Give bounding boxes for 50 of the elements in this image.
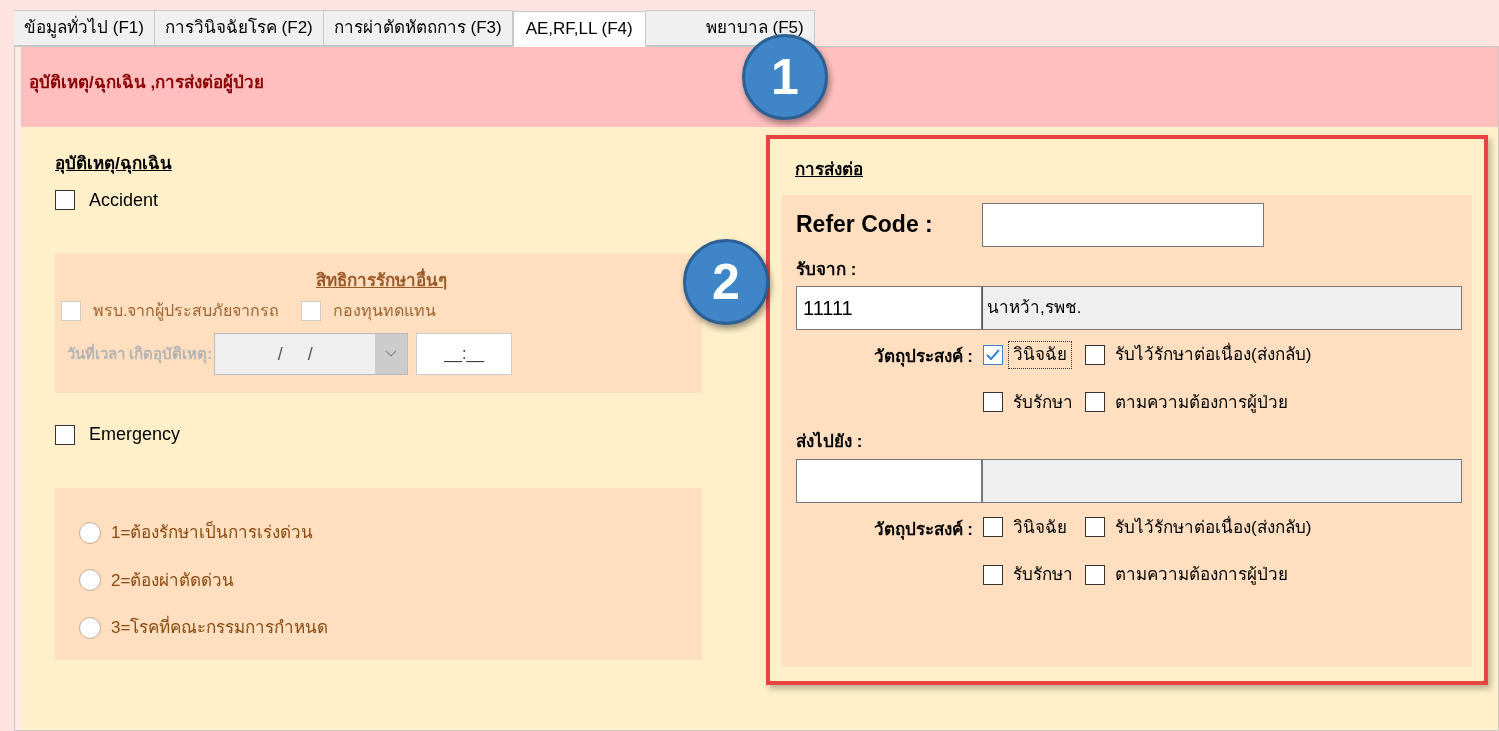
field-label: ส่งไปยัง : xyxy=(796,430,864,453)
purpose-option[interactable]: รับรักษา xyxy=(1009,389,1077,415)
radio-button[interactable] xyxy=(79,616,101,639)
checkbox[interactable] xyxy=(983,344,1003,365)
checkbox[interactable] xyxy=(1085,564,1105,585)
checkmark-icon xyxy=(986,348,1000,361)
checkbox-label: Emergency xyxy=(89,423,181,446)
field-label: รับจาก : xyxy=(796,258,858,281)
hospital-name-field: นาหว้า,รพช. xyxy=(982,286,1462,330)
checkbox-label: Accident xyxy=(89,188,159,212)
checkbox[interactable] xyxy=(1085,392,1105,413)
purpose-option[interactable]: ตามความต้องการผู้ป่วย xyxy=(1111,389,1292,415)
tab[interactable]: การผ่าตัดหัตถการ (F3) xyxy=(323,10,513,46)
group-title: การส่งต่อ xyxy=(795,159,863,181)
tab[interactable]: การวินิจฉัยโรค (F2) xyxy=(154,10,324,46)
purpose-label: วัตถุประสงค์ : xyxy=(872,345,974,369)
radio-button[interactable] xyxy=(79,521,101,544)
checkbox[interactable] xyxy=(983,564,1003,585)
checkbox[interactable] xyxy=(1085,517,1105,538)
checkbox-label: พรบ.จากผู้ประสบภัยจากรถ xyxy=(93,301,280,323)
hospital-code-field[interactable]: 11111 xyxy=(796,286,982,330)
checkbox[interactable] xyxy=(1085,344,1105,365)
date-label: วันที่เวลา เกิดอุบัติเหตุ: xyxy=(66,342,213,366)
refer-code-field[interactable] xyxy=(982,202,1264,247)
tab[interactable]: พยาบาล (F5) xyxy=(645,10,815,46)
tab[interactable]: ข้อมูลทั่วไป (F1) xyxy=(14,10,155,46)
purpose-option[interactable]: วินิจฉัย xyxy=(1009,514,1071,540)
chevron-down-icon xyxy=(385,350,398,358)
radio-button[interactable] xyxy=(79,569,101,592)
purpose-option[interactable]: รับรักษา xyxy=(1009,562,1077,588)
group-title: สิทธิการรักษาอื่นๆ xyxy=(316,267,447,292)
radio-label: 3=โรคที่คณะกรรมการกำหนด xyxy=(111,615,329,641)
section-title: อุบัติเหตุ/ฉุกเฉิน ,การส่งต่อผู้ป่วย xyxy=(29,72,265,96)
radio-label: 1=ต้องรักษาเป็นการเร่งด่วน xyxy=(111,520,314,544)
checkbox[interactable] xyxy=(55,424,75,445)
purpose-option[interactable]: รับไว้รักษาต่อเนื่อง(ส่งกลับ) xyxy=(1111,514,1316,540)
group-title: อุบัติเหตุ/ฉุกเฉิน xyxy=(55,153,173,176)
checkbox[interactable] xyxy=(983,392,1003,413)
field-label: Refer Code : xyxy=(796,210,934,240)
purpose-option[interactable]: ตามความต้องการผู้ป่วย xyxy=(1111,562,1292,588)
checkbox[interactable] xyxy=(55,190,75,210)
tab[interactable]: AE,RF,LL (F4) xyxy=(512,11,646,47)
purpose-option[interactable]: รับไว้รักษาต่อเนื่อง(ส่งกลับ) xyxy=(1111,342,1316,368)
hospital-code-field[interactable] xyxy=(796,458,982,503)
step-badge: 2 xyxy=(683,239,769,325)
purpose-option[interactable]: วินิจฉัย xyxy=(1009,342,1071,368)
checkbox[interactable] xyxy=(983,517,1003,538)
checkbox-label: กองทุนทดแทน xyxy=(333,301,437,323)
radio-label: 2=ต้องผ่าตัดด่วน xyxy=(111,569,235,592)
purpose-label: วัตถุประสงค์ : xyxy=(872,518,974,542)
